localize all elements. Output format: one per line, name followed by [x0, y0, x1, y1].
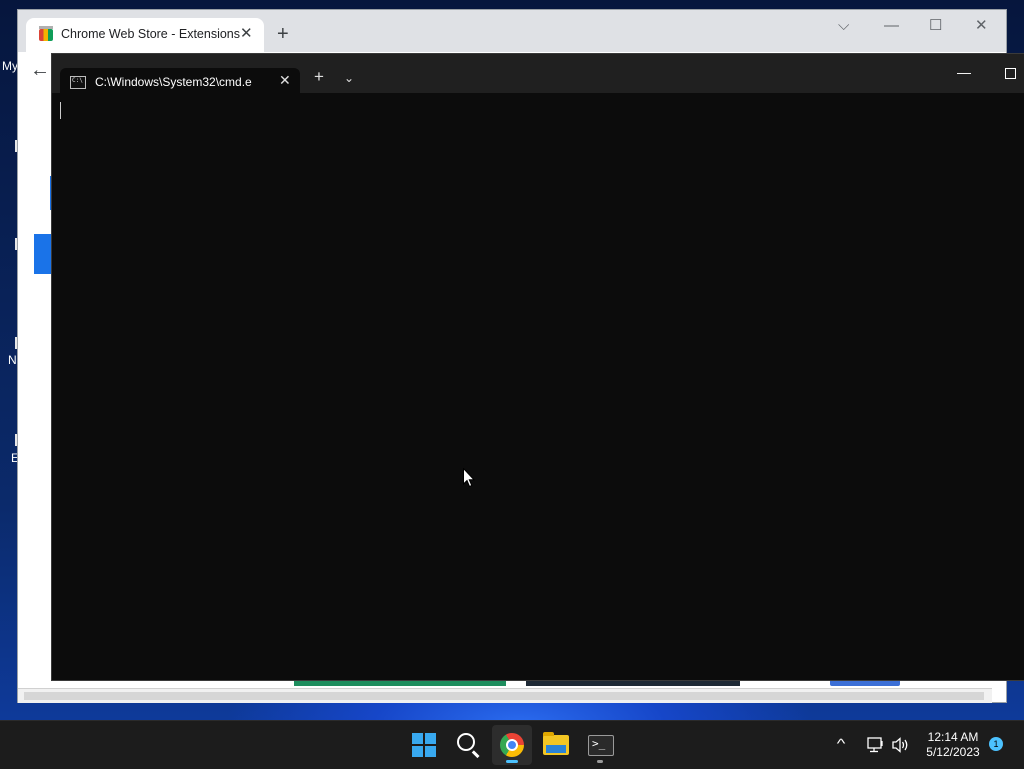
running-indicator	[506, 760, 518, 763]
chrome-horizontal-scrollbar[interactable]	[18, 688, 992, 703]
terminal-dropdown-icon[interactable]: ⌄	[344, 69, 354, 87]
show-hidden-icons-chevron-icon[interactable]: ^	[837, 736, 846, 752]
chrome-tab-title: Chrome Web Store - Extensions	[61, 27, 241, 41]
terminal-new-tab-button[interactable]: +	[314, 68, 324, 86]
taskbar: ^ 12:14 AM 5/12/2023	[0, 720, 1024, 769]
search-icon	[457, 733, 475, 751]
taskbar-terminal-button[interactable]	[580, 725, 620, 765]
chrome-tab-strip: Chrome Web Store - Extensions ✕ + ⌵ — ☐ …	[18, 10, 1006, 52]
volume-icon[interactable]	[892, 737, 910, 753]
chrome-minimize-icon[interactable]: —	[884, 16, 899, 36]
chrome-close-icon[interactable]: ✕	[975, 16, 988, 36]
desktop-icon-label-2[interactable]: N	[8, 353, 17, 367]
page-blue-button[interactable]	[34, 234, 52, 274]
desktop-icon-label-1[interactable]: My	[2, 59, 18, 73]
web-store-favicon-icon	[39, 26, 53, 41]
windows-start-icon	[412, 733, 436, 757]
taskbar-search-button[interactable]	[448, 725, 488, 765]
notification-badge[interactable]: 1	[989, 737, 1003, 751]
mouse-pointer-icon	[463, 468, 475, 488]
clock-time: 12:14 AM	[927, 730, 979, 744]
back-arrow-icon[interactable]: ←	[30, 60, 50, 80]
clock-date: 5/12/2023	[926, 745, 980, 759]
terminal-tab-cmd[interactable]: C:\Windows\System32\cmd.e ✕	[60, 68, 300, 93]
taskbar-chrome-button[interactable]	[492, 725, 532, 765]
terminal-tab-strip: C:\Windows\System32\cmd.e ✕ + ⌄ —	[52, 54, 1024, 93]
taskbar-file-explorer-button[interactable]	[536, 725, 576, 765]
chrome-new-tab-button[interactable]: +	[277, 24, 289, 44]
terminal-maximize-icon[interactable]	[1005, 68, 1016, 79]
network-icon[interactable]	[867, 737, 885, 753]
chrome-tab-close-icon[interactable]: ✕	[240, 25, 253, 43]
extension-card-banner-dark	[526, 680, 740, 686]
chrome-tab-search-icon[interactable]: ⌵	[838, 16, 849, 36]
chrome-maximize-icon[interactable]: ☐	[929, 16, 942, 36]
cmd-icon	[70, 76, 86, 89]
system-clock[interactable]: 12:14 AM 5/12/2023	[918, 730, 988, 760]
chrome-tab-web-store[interactable]: Chrome Web Store - Extensions ✕	[26, 18, 264, 52]
terminal-window: C:\Windows\System32\cmd.e ✕ + ⌄ —	[52, 54, 1024, 680]
terminal-icon	[588, 735, 614, 756]
scrollbar-thumb[interactable]	[24, 692, 984, 700]
extension-card-banner-green	[294, 680, 506, 686]
terminal-console[interactable]	[52, 93, 1024, 680]
text-caret	[60, 102, 61, 119]
terminal-tab-close-icon[interactable]: ✕	[279, 71, 291, 89]
file-explorer-icon	[543, 732, 569, 755]
terminal-tab-title: C:\Windows\System32\cmd.e	[95, 75, 252, 89]
terminal-minimize-icon[interactable]: —	[957, 63, 971, 81]
running-indicator	[597, 760, 603, 763]
chrome-icon	[500, 733, 524, 757]
start-button[interactable]	[404, 725, 444, 765]
